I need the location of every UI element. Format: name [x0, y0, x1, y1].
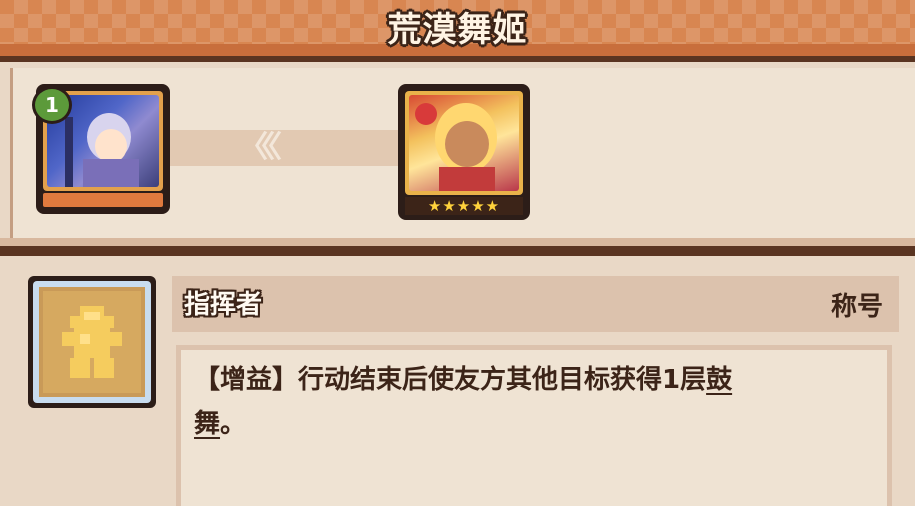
description-suffix: 。 — [220, 409, 247, 439]
skill-description: 【增益】行动结束后使友方其他目标获得1层鼓舞。 — [194, 358, 874, 446]
unit-panel-edge — [0, 238, 915, 246]
knight-face — [95, 129, 127, 163]
level-badge: 1 — [32, 86, 72, 124]
dancer-portrait-icon — [409, 95, 519, 191]
skill-name-bar — [172, 276, 899, 332]
dancer-outfit — [439, 167, 495, 191]
dancer-portrait[interactable]: ★★★★★ — [398, 84, 530, 220]
spear-icon — [65, 117, 73, 187]
knight-armor — [83, 159, 139, 187]
left-arrows-icon: 〈〈〈 — [238, 130, 282, 165]
header-edge — [0, 56, 915, 62]
unit-bar — [43, 193, 163, 207]
skill-type: 称号 — [830, 292, 883, 322]
skill-icon-box[interactable] — [28, 276, 156, 408]
star-rating: ★★★★★ — [405, 197, 523, 215]
skill-name: 指挥者 — [184, 290, 263, 320]
keyword-link[interactable]: 舞 — [194, 409, 220, 439]
dancer-face — [445, 121, 489, 167]
page-title: 荒漠舞姬 — [387, 10, 528, 50]
description-prefix: 【增益】行动结束后使友方其他目标获得1层 — [194, 365, 707, 395]
flower-icon — [415, 103, 437, 125]
emblem-icon — [62, 306, 122, 378]
keyword-link[interactable]: 鼓 — [706, 365, 732, 395]
section-divider — [0, 246, 915, 256]
